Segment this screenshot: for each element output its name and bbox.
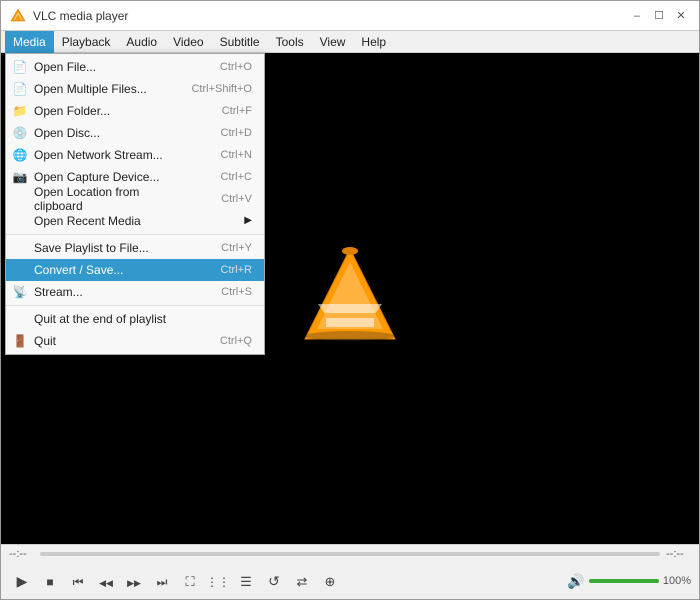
more-button[interactable] [317,568,343,594]
vlc-logo [300,244,400,354]
menu-playback[interactable]: Playback [54,31,119,53]
play-icon [17,573,28,590]
maximize-button[interactable]: ☐ [649,6,669,26]
ff-button[interactable] [121,568,147,594]
quit-icon: 🚪 [12,333,28,349]
title-bar: VLC media player – ☐ ✕ [1,1,699,31]
disc-icon: 💿 [12,125,28,141]
menu-convert-save[interactable]: Convert / Save... Ctrl+R [6,259,264,281]
menu-open-multiple[interactable]: 📄 Open Multiple Files... Ctrl+Shift+O [6,78,264,100]
separator-1 [6,234,264,235]
stop-button[interactable] [37,568,63,594]
media-dropdown: 📄 Open File... Ctrl+O 📄 Open Multiple Fi… [5,53,265,355]
menu-help[interactable]: Help [353,31,394,53]
menu-video[interactable]: Video [165,31,211,53]
ext-button[interactable] [205,568,231,594]
open-file-icon: 📄 [12,59,28,75]
volume-icon: 🔊 [567,573,584,590]
volume-pct-label: 100% [663,575,691,587]
minimize-button[interactable]: – [627,6,647,26]
fullscreen-button[interactable] [177,568,203,594]
submenu-arrow-icon: ▶ [244,215,252,226]
progress-bar[interactable] [40,552,660,556]
loop-icon [268,573,280,590]
loop-button[interactable] [261,568,287,594]
time-start: --:-- [9,548,34,560]
time-end: --:-- [666,548,691,560]
menu-stream[interactable]: 📡 Stream... Ctrl+S [6,281,264,303]
menu-save-playlist[interactable]: Save Playlist to File... Ctrl+Y [6,237,264,259]
next-button[interactable] [149,568,175,594]
menu-open-disc[interactable]: 💿 Open Disc... Ctrl+D [6,122,264,144]
prev-button[interactable] [65,568,91,594]
menu-open-folder[interactable]: 📁 Open Folder... Ctrl+F [6,100,264,122]
separator-2 [6,305,264,306]
ff-icon [127,573,141,589]
menu-quit-end[interactable]: Quit at the end of playlist [6,308,264,330]
play-pause-button[interactable] [9,568,35,594]
progress-area: --:-- --:-- [1,545,699,563]
volume-area: 🔊 100% [567,573,691,590]
menu-subtitle[interactable]: Subtitle [212,31,268,53]
menu-audio[interactable]: Audio [118,31,165,53]
bottom-controls: --:-- --:-- [1,544,699,599]
controls-row: 🔊 100% [1,563,699,599]
volume-bar[interactable] [589,579,659,583]
menu-open-recent[interactable]: Open Recent Media ▶ [6,210,264,232]
playlist-button[interactable] [233,568,259,594]
menu-open-file[interactable]: 📄 Open File... Ctrl+O [6,56,264,78]
shuffle-button[interactable] [289,568,315,594]
open-multiple-icon: 📄 [12,81,28,97]
menu-open-network[interactable]: 🌐 Open Network Stream... Ctrl+N [6,144,264,166]
menu-media[interactable]: Media [5,31,54,53]
shuffle-icon [297,573,308,590]
stop-icon [46,573,53,589]
playlist-icon [240,573,252,590]
network-icon: 🌐 [12,147,28,163]
rewind-button[interactable] [93,568,119,594]
volume-fill [589,579,659,583]
title-bar-left: VLC media player [9,7,128,25]
more-icon [325,573,336,590]
ext-icon [206,573,230,589]
folder-icon: 📁 [12,103,28,119]
capture-icon: 📷 [12,169,28,185]
menu-quit[interactable]: 🚪 Quit Ctrl+Q [6,330,264,352]
menu-tools[interactable]: Tools [268,31,312,53]
rewind-icon [99,573,113,589]
fullscreen-icon [185,573,194,590]
vlc-app-icon [9,7,27,25]
menu-view[interactable]: View [312,31,354,53]
close-button[interactable]: ✕ [671,6,691,26]
menu-bar: Media 📄 Open File... Ctrl+O 📄 Open Multi… [1,31,699,53]
prev-icon [73,573,84,590]
stream-icon: 📡 [12,284,28,300]
window-title: VLC media player [33,9,128,23]
main-window: VLC media player – ☐ ✕ Media 📄 Open File… [0,0,700,600]
next-icon [157,573,168,590]
media-menu-wrapper: Media 📄 Open File... Ctrl+O 📄 Open Multi… [5,31,54,53]
menu-open-location[interactable]: Open Location from clipboard Ctrl+V [6,188,264,210]
title-controls: – ☐ ✕ [627,6,691,26]
